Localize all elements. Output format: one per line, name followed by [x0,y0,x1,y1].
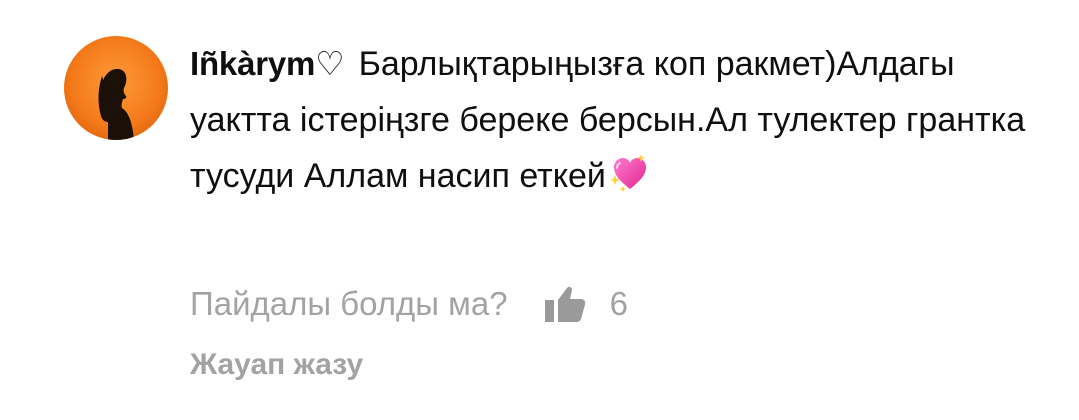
avatar[interactable] [64,36,168,140]
comment-content: Iñkàrym♡ Барлықтарыңызға коп ракмет)Алдаг… [190,36,1050,210]
like-count: 6 [609,285,628,322]
thumbs-up-icon [544,286,585,322]
helpful-prompt: Пайдалы болды ма? [190,285,508,322]
sparkling-heart-icon [606,153,648,210]
avatar-image [64,36,168,140]
reply-button[interactable]: Жауап жазу [190,348,363,382]
comment: Iñkàrym♡ Барлықтарыңызға коп ракмет)Алдаг… [0,0,1079,420]
comment-author[interactable]: Iñkàrym♡ [190,45,345,82]
comment-body: Iñkàrym♡ Барлықтарыңызға коп ракмет)Алдаг… [190,36,1050,210]
comment-actions: Пайдалы болды ма? 6 [190,278,628,330]
like-button[interactable] [542,281,588,327]
